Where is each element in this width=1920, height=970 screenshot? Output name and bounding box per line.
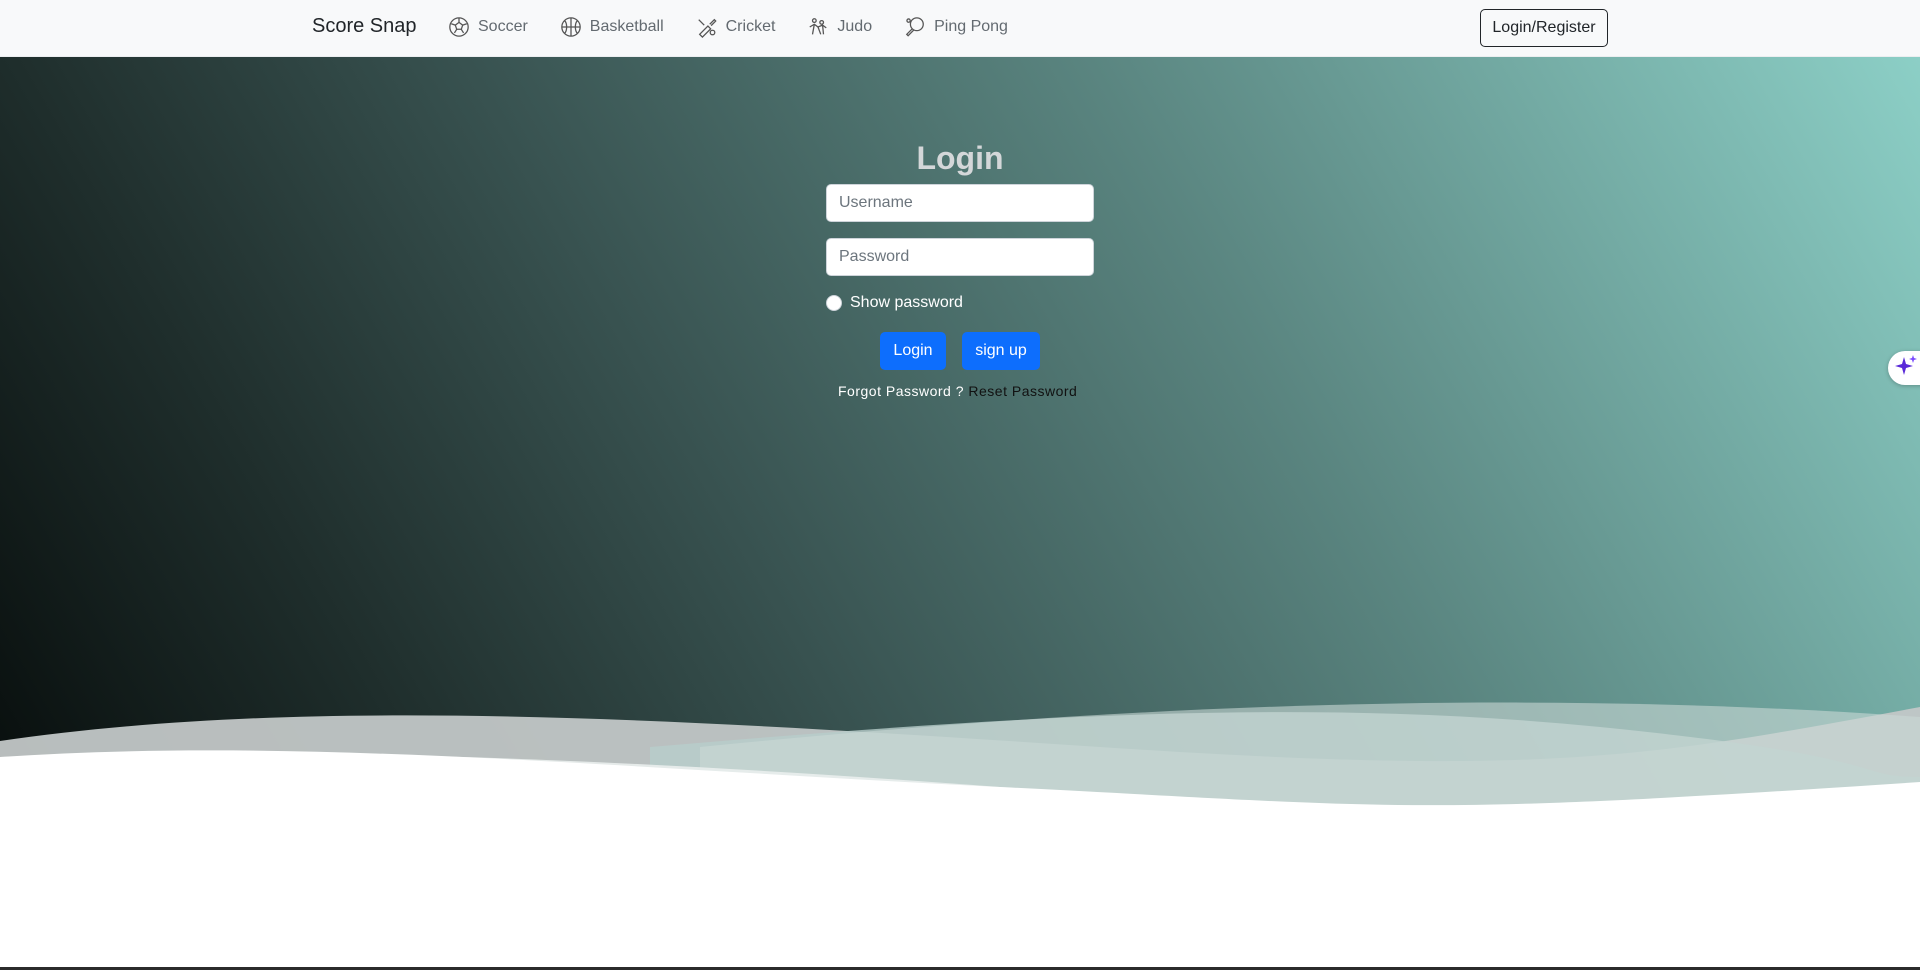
- nav-item-label: Judo: [837, 18, 873, 35]
- nav-item-judo[interactable]: Judo: [807, 15, 872, 39]
- forgot-password-text: Forgot Password ?: [838, 383, 964, 399]
- nav-item-cricket[interactable]: Cricket: [696, 15, 776, 39]
- ping-pong-icon: [904, 16, 926, 38]
- nav-item-soccer[interactable]: Soccer: [448, 15, 528, 39]
- nav-item-label: Ping Pong: [934, 18, 1008, 35]
- nav-item-label: Basketball: [589, 18, 664, 35]
- nav-item-label: Cricket: [725, 18, 776, 35]
- nav-item-ping-pong[interactable]: Ping Pong: [904, 15, 1008, 39]
- nav-links: Soccer Basketball Cricket Judo Ping Pong: [448, 15, 1040, 39]
- cricket-icon: [696, 16, 718, 38]
- hero-section: Login Show password Login sign up Forgot…: [0, 57, 1920, 970]
- signup-button[interactable]: sign up: [962, 332, 1040, 370]
- login-register-button[interactable]: Login/Register: [1480, 9, 1608, 47]
- login-title: Login: [916, 140, 1004, 176]
- soccer-ball-icon: [448, 16, 470, 38]
- navbar: Score Snap Soccer Basketball Cricket Jud…: [0, 0, 1920, 57]
- sparkle-icon: [1894, 354, 1918, 383]
- reset-password-link[interactable]: Reset Password: [968, 383, 1077, 399]
- login-form: Login Show password Login sign up Forgot…: [826, 137, 1094, 399]
- login-button[interactable]: Login: [880, 332, 946, 370]
- floating-assistant-button[interactable]: [1888, 351, 1920, 385]
- forgot-password-row: Forgot Password ? Reset Password: [838, 383, 1077, 399]
- judo-icon: [807, 16, 829, 38]
- brand-logo[interactable]: Score Snap: [312, 15, 417, 38]
- show-password-row: Show password: [826, 294, 963, 312]
- password-input[interactable]: [826, 238, 1094, 276]
- nav-item-label: Soccer: [478, 18, 528, 35]
- basketball-icon: [560, 16, 582, 38]
- show-password-label[interactable]: Show password: [850, 294, 963, 312]
- show-password-radio[interactable]: [826, 295, 842, 311]
- username-input[interactable]: [826, 184, 1094, 222]
- nav-item-basketball[interactable]: Basketball: [560, 15, 664, 39]
